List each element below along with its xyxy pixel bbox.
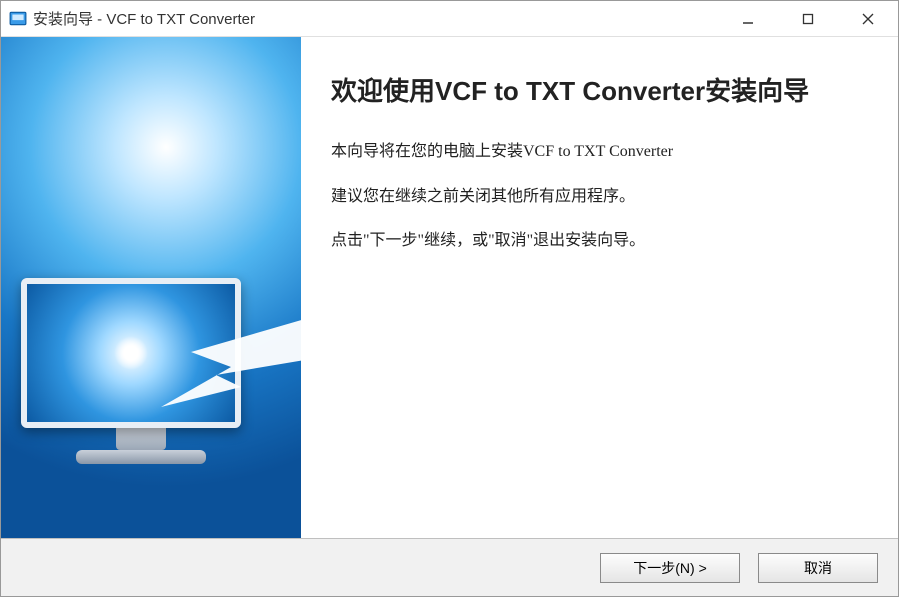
window-controls (718, 1, 898, 36)
next-button[interactable]: 下一步(N) > (600, 553, 740, 583)
wizard-content: 欢迎使用VCF to TXT Converter安装向导 本向导将在您的电脑上安… (301, 37, 898, 538)
wizard-footer: 下一步(N) > 取消 (1, 538, 898, 596)
installer-window: 安装向导 - VCF to TXT Converter (0, 0, 899, 597)
window-title: 安装向导 - VCF to TXT Converter (33, 8, 718, 29)
description-line-3: 点击"下一步"继续，或"取消"退出安装向导。 (331, 226, 868, 256)
app-icon (9, 10, 27, 28)
monitor-graphic (21, 278, 261, 468)
welcome-heading: 欢迎使用VCF to TXT Converter安装向导 (331, 73, 868, 109)
close-button[interactable] (838, 1, 898, 36)
minimize-button[interactable] (718, 1, 778, 36)
wizard-body: 欢迎使用VCF to TXT Converter安装向导 本向导将在您的电脑上安… (1, 37, 898, 538)
description-line-1: 本向导将在您的电脑上安装VCF to TXT Converter (331, 137, 868, 167)
wizard-banner (1, 37, 301, 538)
titlebar: 安装向导 - VCF to TXT Converter (1, 1, 898, 37)
cancel-button[interactable]: 取消 (758, 553, 878, 583)
description-line-2: 建议您在继续之前关闭其他所有应用程序。 (331, 182, 868, 212)
maximize-button[interactable] (778, 1, 838, 36)
